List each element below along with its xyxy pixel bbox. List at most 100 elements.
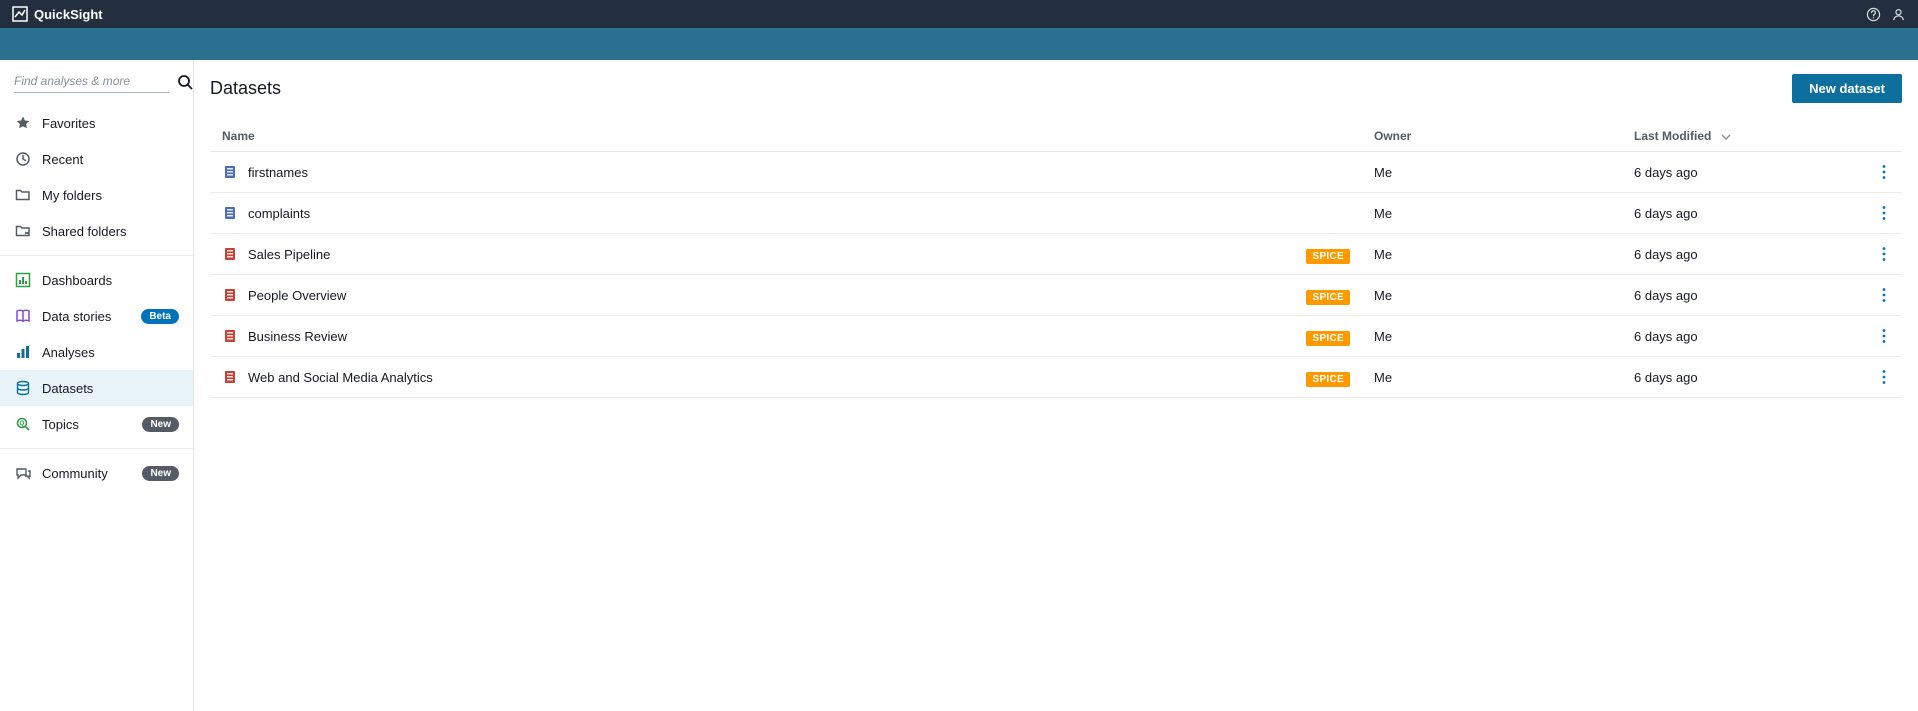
kebab-icon[interactable] — [1878, 365, 1890, 389]
owner-cell: Me — [1362, 193, 1622, 234]
page-title: Datasets — [210, 78, 281, 99]
owner-cell: Me — [1362, 234, 1622, 275]
sidebar-item-label: Analyses — [42, 345, 179, 360]
datasets-table: Name Owner Last Modified firstnamesMe6 d… — [210, 121, 1902, 398]
modified-cell: 6 days ago — [1622, 234, 1862, 275]
owner-cell: Me — [1362, 316, 1622, 357]
modified-cell: 6 days ago — [1622, 275, 1862, 316]
book-icon — [14, 307, 32, 325]
sidebar-item-label: Dashboards — [42, 273, 179, 288]
content-header: Datasets New dataset — [210, 74, 1902, 103]
kebab-icon[interactable] — [1878, 283, 1890, 307]
col-header-owner[interactable]: Owner — [1362, 121, 1622, 152]
dataset-name: Sales Pipeline — [248, 247, 330, 262]
sidebar-item-community[interactable]: Community New — [0, 455, 193, 491]
col-header-modified-label: Last Modified — [1634, 129, 1711, 143]
sidebar-item-label: Shared folders — [42, 224, 179, 239]
table-row[interactable]: Business Review SPICE Me6 days ago — [210, 316, 1902, 357]
topbar: QuickSight — [0, 0, 1918, 28]
sidebar-item-label: Topics — [42, 417, 132, 432]
sidebar-item-label: Datasets — [42, 381, 179, 396]
owner-cell: Me — [1362, 275, 1622, 316]
kebab-icon[interactable] — [1878, 324, 1890, 348]
chevron-down-icon — [1721, 129, 1731, 143]
table-row[interactable]: complaints Me6 days ago — [210, 193, 1902, 234]
sidebar-item-topics[interactable]: Q Topics New — [0, 406, 193, 442]
col-header-actions — [1862, 121, 1902, 152]
sidebar-item-label: Data stories — [42, 309, 131, 324]
svg-text:Q: Q — [20, 421, 25, 427]
sidebar-item-analyses[interactable]: Analyses — [0, 334, 193, 370]
owner-cell: Me — [1362, 152, 1622, 193]
spice-badge: SPICE — [1306, 331, 1350, 346]
search-row — [0, 60, 193, 99]
table-row[interactable]: firstnames Me6 days ago — [210, 152, 1902, 193]
dataset-icon — [222, 205, 238, 221]
new-dataset-button[interactable]: New dataset — [1792, 74, 1902, 103]
help-icon[interactable] — [1866, 7, 1881, 22]
clock-icon — [14, 150, 32, 168]
table-row[interactable]: Web and Social Media Analytics SPICE Me6 d… — [210, 357, 1902, 398]
sidebar-item-label: Recent — [42, 152, 179, 167]
sidebar-item-data-stories[interactable]: Data stories Beta — [0, 298, 193, 334]
user-icon[interactable] — [1891, 7, 1906, 22]
sidebar-item-label: Community — [42, 466, 132, 481]
sidebar-item-shared-folders[interactable]: Shared folders — [0, 213, 193, 249]
sidebar-item-datasets[interactable]: Datasets — [0, 370, 193, 406]
modified-cell: 6 days ago — [1622, 152, 1862, 193]
dataset-icon — [222, 328, 238, 344]
folder-icon — [14, 186, 32, 204]
spice-badge: SPICE — [1306, 372, 1350, 387]
col-header-modified[interactable]: Last Modified — [1622, 121, 1862, 152]
nav-group-3: Community New — [0, 449, 193, 497]
nav-group-2: Dashboards Data stories Beta Analyses Datase… — [0, 256, 193, 448]
dashboard-icon — [14, 271, 32, 289]
kebab-icon[interactable] — [1878, 201, 1890, 225]
spice-badge: SPICE — [1306, 249, 1350, 264]
badge-new: New — [142, 466, 179, 481]
dataset-name: firstnames — [248, 165, 308, 180]
shared-folder-icon — [14, 222, 32, 240]
sidebar-item-my-folders[interactable]: My folders — [0, 177, 193, 213]
bluebar — [0, 28, 1918, 60]
kebab-icon[interactable] — [1878, 160, 1890, 184]
database-icon — [14, 379, 32, 397]
nav-group-1: Favorites Recent My folders Shared folders — [0, 99, 193, 255]
chart-icon — [14, 343, 32, 361]
owner-cell: Me — [1362, 357, 1622, 398]
modified-cell: 6 days ago — [1622, 193, 1862, 234]
dataset-icon — [222, 164, 238, 180]
community-icon — [14, 464, 32, 482]
main-layout: FavoritesRecentMy foldersShared folders … — [0, 60, 1918, 711]
dataset-icon — [222, 246, 238, 262]
dataset-name: People Overview — [248, 288, 346, 303]
app-name: QuickSight — [34, 7, 103, 22]
sidebar-item-label: Favorites — [42, 116, 179, 131]
modified-cell: 6 days ago — [1622, 357, 1862, 398]
table-row[interactable]: Sales Pipeline SPICE Me6 days ago — [210, 234, 1902, 275]
quicksight-logo-icon — [12, 6, 28, 22]
search-input[interactable] — [14, 70, 169, 93]
dataset-icon — [222, 369, 238, 385]
table-row[interactable]: People Overview SPICE Me6 days ago — [210, 275, 1902, 316]
spice-badge: SPICE — [1306, 290, 1350, 305]
topbar-left: QuickSight — [12, 6, 103, 22]
content: Datasets New dataset Name Owner Last Mod… — [194, 60, 1918, 711]
badge-new: New — [142, 417, 179, 432]
badge-beta: Beta — [141, 309, 179, 324]
search-icon[interactable] — [177, 74, 193, 90]
sidebar-item-recent[interactable]: Recent — [0, 141, 193, 177]
sidebar-item-favorites[interactable]: Favorites — [0, 105, 193, 141]
dataset-name: complaints — [248, 206, 310, 221]
sidebar: FavoritesRecentMy foldersShared folders … — [0, 60, 194, 711]
dataset-name: Web and Social Media Analytics — [248, 370, 433, 385]
magnify-q-icon: Q — [14, 415, 32, 433]
sidebar-item-dashboards[interactable]: Dashboards — [0, 262, 193, 298]
star-icon — [14, 114, 32, 132]
kebab-icon[interactable] — [1878, 242, 1890, 266]
modified-cell: 6 days ago — [1622, 316, 1862, 357]
dataset-name: Business Review — [248, 329, 347, 344]
dataset-icon — [222, 287, 238, 303]
sidebar-item-label: My folders — [42, 188, 179, 203]
col-header-name[interactable]: Name — [210, 121, 1362, 152]
